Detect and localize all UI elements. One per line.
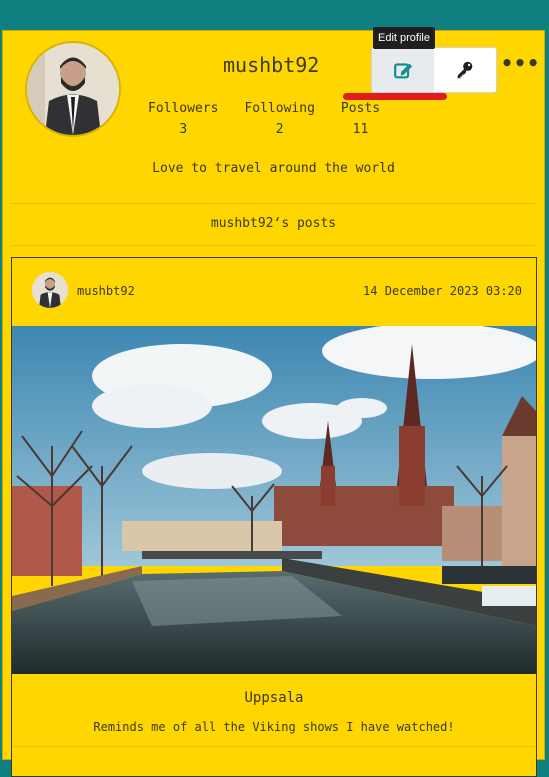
profile-bio: Love to travel around the world xyxy=(152,161,395,176)
uppsala-photo xyxy=(12,326,536,674)
edit-profile-button[interactable] xyxy=(372,48,434,92)
profile-avatar xyxy=(25,41,121,137)
stat-followers[interactable]: Followers 3 xyxy=(148,101,218,137)
stat-value: 2 xyxy=(275,122,284,137)
change-password-button[interactable] xyxy=(434,48,496,92)
post-description: Reminds me of all the Viking shows I hav… xyxy=(93,720,455,734)
stat-posts[interactable]: Posts 11 xyxy=(341,101,380,137)
highlight-underline xyxy=(343,93,447,100)
post-date: 14 December 2023 03:20 xyxy=(363,284,522,298)
profile-username: mushbt92 xyxy=(223,53,320,77)
post-author-photo xyxy=(32,272,68,308)
profile-photo xyxy=(27,43,119,135)
post-avatar[interactable] xyxy=(32,272,68,308)
stat-following[interactable]: Following 2 xyxy=(244,101,314,137)
posts-heading: mushbt92‘s posts xyxy=(210,216,337,231)
post-header: mushbt92 14 December 2023 03:20 xyxy=(12,270,536,310)
edit-pencil-icon xyxy=(394,63,413,79)
post-username[interactable]: mushbt92 xyxy=(77,284,135,298)
stat-value: 11 xyxy=(352,122,369,137)
divider xyxy=(11,203,536,204)
profile-stats: Followers 3 Following 2 Posts 11 xyxy=(148,101,398,137)
profile-card: mushbt92 Followers 3 Following 2 Posts 1… xyxy=(2,27,545,777)
edit-profile-tooltip: Edit profile xyxy=(373,27,435,49)
more-dots-icon[interactable]: ••• xyxy=(501,51,540,75)
post-card: mushbt92 14 December 2023 03:20 Uppsala … xyxy=(11,257,537,777)
divider xyxy=(12,746,536,747)
stat-value: 3 xyxy=(179,122,188,137)
divider xyxy=(11,245,536,246)
post-title: Uppsala xyxy=(244,690,304,706)
stat-label: Posts xyxy=(340,101,381,116)
stat-label: Followers xyxy=(148,101,219,116)
stat-label: Following xyxy=(244,101,315,116)
key-icon xyxy=(457,61,473,79)
post-image[interactable] xyxy=(12,326,536,674)
profile-actions xyxy=(371,47,497,93)
